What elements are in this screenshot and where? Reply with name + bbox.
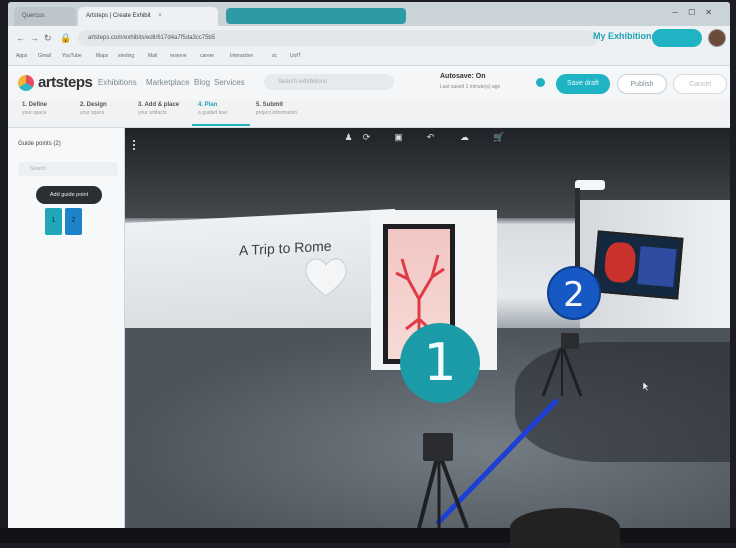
browser-tab-active[interactable]: Artsteps | Create Exhibit ×	[78, 7, 218, 26]
guide-search-input[interactable]: Search	[18, 162, 118, 176]
cancel-button[interactable]: Cancel	[673, 74, 727, 94]
bookmark[interactable]: sc	[272, 53, 277, 59]
guide-camera-1[interactable]	[423, 433, 453, 461]
bookmark[interactable]: UofT	[290, 53, 301, 59]
mouse-cursor-icon	[643, 382, 650, 392]
monitor-screen: Quercus Artsteps | Create Exhibit × ─☐✕ …	[8, 2, 730, 530]
step-title: 5. Submit	[256, 102, 284, 108]
add-guide-point-button[interactable]: Add guide point	[36, 186, 102, 204]
step-title: 4. Plan	[198, 102, 218, 108]
back-icon[interactable]: ←	[16, 33, 25, 43]
logo-text[interactable]: artsteps	[38, 74, 93, 91]
step-subtitle: your space	[22, 110, 47, 116]
window-controls[interactable]: ─☐✕	[672, 8, 722, 17]
guide-point-number: 1	[51, 217, 56, 224]
browser-tab-bar: Quercus Artsteps | Create Exhibit × ─☐✕	[8, 2, 730, 26]
search-input[interactable]: Search exhibitions	[264, 74, 394, 90]
guide-camera-2[interactable]	[561, 333, 579, 349]
panel-title: Guide points (2)	[18, 141, 61, 147]
my-exhibitions-link[interactable]: My Exhibitions	[593, 31, 657, 41]
step-plan[interactable]: 4. Plan a guided tour	[192, 102, 250, 126]
bookmark[interactable]: sterling	[118, 53, 134, 59]
bookmark[interactable]: Maps	[96, 53, 108, 59]
nav-services[interactable]: Services	[214, 78, 245, 87]
bookmark[interactable]: Apps	[16, 53, 27, 59]
autosave-toggle[interactable]	[536, 78, 545, 87]
step-design[interactable]: 2. Design your space	[74, 102, 132, 126]
step-add-place[interactable]: 3. Add & place your artifacts	[132, 102, 190, 126]
step-define[interactable]: 1. Define your space	[16, 102, 74, 126]
address-bar-row: ← → ↻ 🔒 artsteps.com/exhibits/edit/617d4…	[8, 26, 730, 50]
step-subtitle: a guided tour	[198, 110, 228, 116]
lock-icon: 🔒	[60, 33, 72, 43]
step-title: 3. Add & place	[138, 102, 180, 108]
tab-label: Artsteps | Create Exhibit	[86, 13, 151, 19]
nav-blog[interactable]: Blog	[194, 78, 210, 87]
bookmark[interactable]: Mail	[148, 53, 157, 59]
bookmark[interactable]: reserve	[170, 53, 187, 59]
url-field[interactable]: artsteps.com/exhibits/edit/617d4a7f5da3c…	[78, 30, 598, 46]
guide-point-number: 2	[71, 217, 76, 224]
nav-exhibitions[interactable]: Exhibitions	[98, 78, 137, 87]
reload-icon[interactable]: ↻	[44, 33, 52, 44]
step-subtitle: your artifacts	[138, 110, 167, 116]
camera-tripod[interactable]	[413, 458, 473, 530]
bookmark[interactable]: YouTube	[62, 53, 82, 59]
step-subtitle: project information	[256, 110, 298, 116]
publish-button[interactable]: Publish	[617, 74, 667, 94]
autosave-label: Autosave: On	[440, 73, 486, 80]
forward-icon[interactable]: →	[30, 33, 39, 43]
close-icon[interactable]: ×	[158, 13, 162, 19]
bookmark[interactable]: career	[200, 53, 214, 59]
guide-points-panel: Guide points (2) Search Add guide point …	[8, 128, 125, 530]
nav-marketplace[interactable]: Marketplace	[146, 78, 190, 87]
3d-viewport[interactable]: A Trip to Rome ♟ ⟳ ▣ ↶ ☁ 🛒 1 2	[125, 128, 730, 530]
step-title: 1. Define	[22, 102, 48, 108]
bookmark[interactable]: Interactive	[230, 53, 253, 59]
browser-tab-highlight[interactable]	[226, 8, 406, 24]
bookmarks-bar: Apps Gmail YouTube Maps sterling Mail re…	[8, 50, 730, 66]
monitor-bezel	[0, 528, 736, 543]
account-button[interactable]	[652, 29, 702, 47]
step-subtitle: your space	[80, 110, 105, 116]
bookmark[interactable]: Gmail	[38, 53, 51, 59]
artsteps-logo-icon[interactable]	[18, 75, 34, 91]
viewer-head-silhouette	[510, 508, 620, 548]
save-draft-button[interactable]: Save draft	[556, 74, 610, 94]
step-title: 2. Design	[80, 102, 107, 108]
autosave-status: Last saved 1 minute(s) ago	[440, 84, 501, 90]
camera-tripod[interactable]	[539, 348, 585, 398]
browser-tab[interactable]: Quercus	[14, 7, 76, 26]
guide-point-tile[interactable]: 2	[65, 208, 82, 235]
wizard-steps: 1. Define your space 2. Design your spac…	[8, 100, 730, 128]
avatar[interactable]	[708, 29, 726, 47]
tab-label: Quercus	[22, 13, 45, 19]
guide-point-tile[interactable]: 1	[45, 208, 62, 235]
guide-point-marker-2[interactable]: 2	[547, 266, 601, 320]
step-submit[interactable]: 5. Submit project information	[250, 102, 308, 126]
guide-point-marker-1[interactable]: 1	[400, 323, 480, 403]
app-header: artsteps Exhibitions Marketplace Blog Se…	[8, 66, 730, 100]
